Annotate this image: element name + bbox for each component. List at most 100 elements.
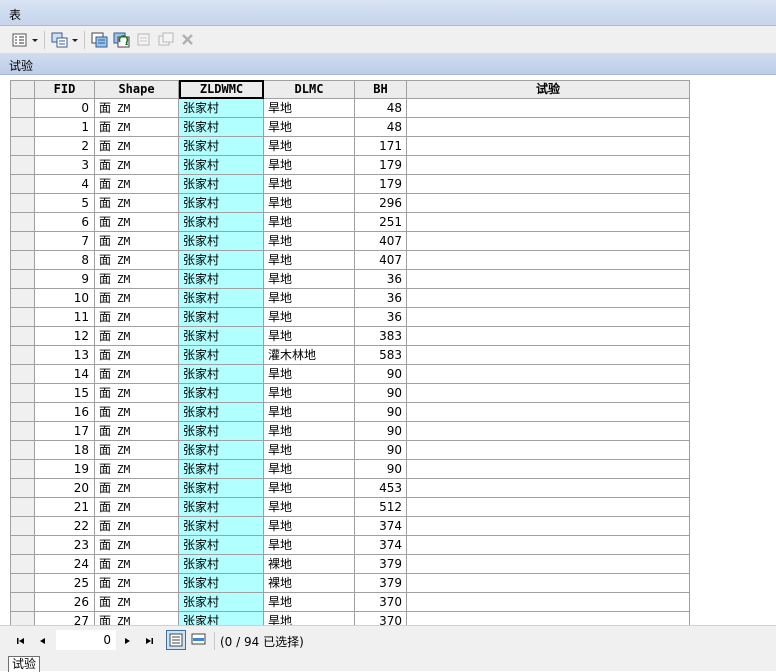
cell-test[interactable] [407,479,690,498]
row-selector[interactable] [10,137,35,156]
cell-bh[interactable]: 370 [355,612,407,625]
cell-test[interactable] [407,99,690,118]
cell-dlmc[interactable]: 旱地 [264,422,355,441]
cell-test[interactable] [407,346,690,365]
cell-bh[interactable]: 379 [355,555,407,574]
cell-shape[interactable]: 面 ZM [95,517,179,536]
cell-zldwmc[interactable]: 张家村 [179,194,264,213]
row-selector[interactable] [10,308,35,327]
cell-zldwmc[interactable]: 张家村 [179,403,264,422]
cell-shape[interactable]: 面 ZM [95,251,179,270]
cell-fid[interactable]: 4 [35,175,95,194]
cell-dlmc[interactable]: 旱地 [264,536,355,555]
cell-shape[interactable]: 面 ZM [95,327,179,346]
cell-fid[interactable]: 6 [35,213,95,232]
table-row[interactable]: 1 面 ZM 张家村 旱地 48 [10,118,690,137]
table-row[interactable]: 25 面 ZM 张家村 裸地 379 [10,574,690,593]
cell-dlmc[interactable]: 旱地 [264,156,355,175]
cell-test[interactable] [407,593,690,612]
row-selector[interactable] [10,536,35,555]
cell-test[interactable] [407,327,690,346]
row-selector[interactable] [10,251,35,270]
cell-fid[interactable]: 1 [35,118,95,137]
cell-test[interactable] [407,498,690,517]
cell-zldwmc[interactable]: 张家村 [179,365,264,384]
cell-shape[interactable]: 面 ZM [95,574,179,593]
cell-dlmc[interactable]: 旱地 [264,289,355,308]
column-header-test[interactable]: 试验 [407,80,690,99]
row-selector[interactable] [10,384,35,403]
row-selector[interactable] [10,194,35,213]
cell-shape[interactable]: 面 ZM [95,422,179,441]
column-header-bh[interactable]: BH [355,80,407,99]
cell-zldwmc[interactable]: 张家村 [179,156,264,175]
cell-bh[interactable]: 374 [355,536,407,555]
cell-fid[interactable]: 0 [35,99,95,118]
cell-bh[interactable]: 171 [355,137,407,156]
cell-fid[interactable]: 25 [35,574,95,593]
table-row[interactable]: 23 面 ZM 张家村 旱地 374 [10,536,690,555]
cell-dlmc[interactable]: 旱地 [264,327,355,346]
cell-fid[interactable]: 10 [35,289,95,308]
cell-zldwmc[interactable]: 张家村 [179,574,264,593]
cell-test[interactable] [407,213,690,232]
table-row[interactable]: 10 面 ZM 张家村 旱地 36 [10,289,690,308]
table-row[interactable]: 26 面 ZM 张家村 旱地 370 [10,593,690,612]
cell-dlmc[interactable]: 旱地 [264,498,355,517]
cell-bh[interactable]: 370 [355,593,407,612]
cell-zldwmc[interactable]: 张家村 [179,555,264,574]
cell-test[interactable] [407,422,690,441]
cell-test[interactable] [407,156,690,175]
select-by-attributes-button[interactable] [90,30,110,50]
cell-shape[interactable]: 面 ZM [95,99,179,118]
table-row[interactable]: 14 面 ZM 张家村 旱地 90 [10,365,690,384]
cell-dlmc[interactable]: 旱地 [264,460,355,479]
cell-fid[interactable]: 15 [35,384,95,403]
cell-dlmc[interactable]: 旱地 [264,403,355,422]
row-selector[interactable] [10,460,35,479]
first-record-button[interactable] [12,632,30,650]
cell-shape[interactable]: 面 ZM [95,441,179,460]
row-selector[interactable] [10,365,35,384]
cell-fid[interactable]: 16 [35,403,95,422]
cell-test[interactable] [407,384,690,403]
cell-dlmc[interactable]: 旱地 [264,251,355,270]
cell-zldwmc[interactable]: 张家村 [179,441,264,460]
row-selector[interactable] [10,99,35,118]
cell-fid[interactable]: 18 [35,441,95,460]
table-row[interactable]: 4 面 ZM 张家村 旱地 179 [10,175,690,194]
cell-test[interactable] [407,175,690,194]
cell-test[interactable] [407,365,690,384]
table-row[interactable]: 0 面 ZM 张家村 旱地 48 [10,99,690,118]
show-all-records-button[interactable] [166,630,186,650]
row-selector[interactable] [10,612,35,625]
row-selector[interactable] [10,289,35,308]
cell-test[interactable] [407,251,690,270]
cell-shape[interactable]: 面 ZM [95,384,179,403]
row-selector[interactable] [10,441,35,460]
row-selector[interactable] [10,327,35,346]
cell-bh[interactable]: 379 [355,574,407,593]
table-row[interactable]: 9 面 ZM 张家村 旱地 36 [10,270,690,289]
cell-test[interactable] [407,517,690,536]
cell-zldwmc[interactable]: 张家村 [179,175,264,194]
cell-fid[interactable]: 23 [35,536,95,555]
cell-fid[interactable]: 24 [35,555,95,574]
table-row[interactable]: 6 面 ZM 张家村 旱地 251 [10,213,690,232]
cell-bh[interactable]: 36 [355,289,407,308]
cell-fid[interactable]: 21 [35,498,95,517]
cell-bh[interactable]: 407 [355,232,407,251]
clear-selection-button[interactable] [134,30,154,50]
show-selected-records-button[interactable] [189,630,209,650]
cell-fid[interactable]: 13 [35,346,95,365]
cell-fid[interactable]: 17 [35,422,95,441]
cell-bh[interactable]: 583 [355,346,407,365]
cell-bh[interactable]: 374 [355,517,407,536]
table-options-button[interactable] [10,30,40,50]
table-row[interactable]: 11 面 ZM 张家村 旱地 36 [10,308,690,327]
cell-dlmc[interactable]: 旱地 [264,308,355,327]
cell-bh[interactable]: 90 [355,460,407,479]
cell-bh[interactable]: 179 [355,156,407,175]
table-row[interactable]: 12 面 ZM 张家村 旱地 383 [10,327,690,346]
cell-bh[interactable]: 36 [355,270,407,289]
